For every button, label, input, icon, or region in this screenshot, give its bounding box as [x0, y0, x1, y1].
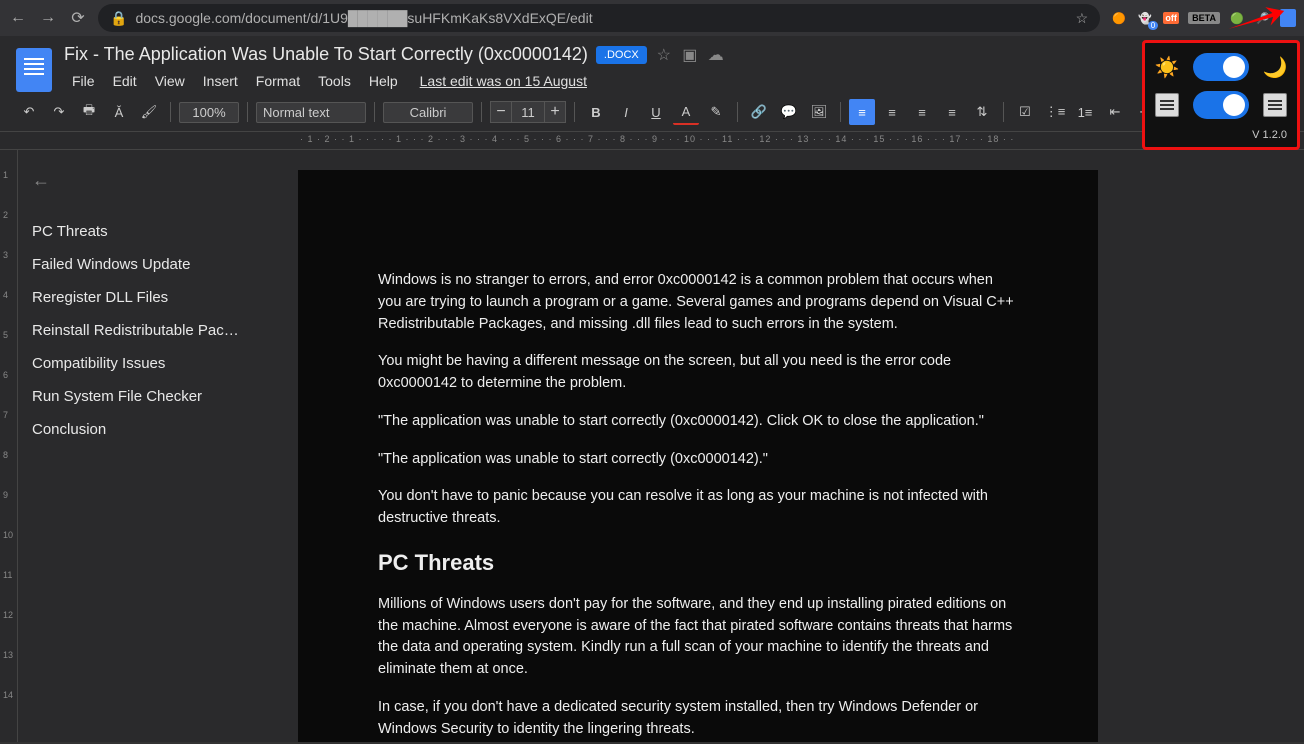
insert-image-button[interactable]: 🖼	[806, 99, 832, 125]
doc-title[interactable]: Fix - The Application Was Unable To Star…	[64, 44, 588, 65]
horizontal-ruler[interactable]: · 1 · 2 · · 1 · · · · · 1 · · · 2 · · · …	[0, 132, 1304, 150]
outline-back-icon[interactable]: ←	[32, 170, 274, 191]
forward-button[interactable]: →	[38, 8, 58, 28]
print-button[interactable]: 🖶	[76, 99, 102, 125]
docs-logo[interactable]	[16, 48, 52, 92]
text-color-button[interactable]: A	[673, 99, 699, 125]
font-size-group: − +	[490, 101, 566, 123]
star-doc-icon[interactable]: ☆	[655, 46, 673, 64]
ext-icon-3[interactable]: off	[1162, 9, 1180, 27]
sun-icon: ☀️	[1155, 55, 1179, 79]
spellcheck-button[interactable]: Ǎ	[106, 99, 132, 125]
theme-toggle[interactable]	[1193, 53, 1249, 81]
paragraph[interactable]: "The application was unable to start cor…	[378, 449, 1018, 471]
font-size-inc[interactable]: +	[544, 101, 566, 123]
docs-header: Fix - The Application Was Unable To Star…	[0, 36, 1304, 93]
outline-item[interactable]: Failed Windows Update	[32, 248, 274, 281]
document-outline: ← PC Threats Failed Windows Update Rereg…	[18, 150, 288, 742]
menu-format[interactable]: Format	[248, 69, 308, 93]
italic-button[interactable]: I	[613, 99, 639, 125]
align-center-button[interactable]: ≡	[879, 99, 905, 125]
paragraph[interactable]: Windows is no stranger to errors, and er…	[378, 270, 1018, 335]
outline-item[interactable]: Run System File Checker	[32, 380, 274, 413]
number-list-button[interactable]: 1≡	[1072, 99, 1098, 125]
outline-item[interactable]: Reregister DLL Files	[32, 281, 274, 314]
toolbar: ↶ ↷ 🖶 Ǎ 🖌 − + B I U A ✎ 🔗 💬 🖼 ≡ ≡ ≡ ≡ ⇅ …	[0, 93, 1304, 132]
vertical-ruler[interactable]: 1 2 3 4 5 6 7 8 9 10 11 12 13 14	[0, 150, 18, 742]
ext-icon-2[interactable]: 👻0	[1136, 9, 1154, 27]
doc-dark-icon	[1263, 93, 1287, 117]
paragraph[interactable]: "The application was unable to start cor…	[378, 411, 1018, 433]
outline-item[interactable]: Conclusion	[32, 413, 274, 446]
moon-icon: 🌙	[1263, 55, 1287, 79]
comment-button[interactable]: 💬	[776, 99, 802, 125]
menu-edit[interactable]: Edit	[105, 69, 145, 93]
undo-button[interactable]: ↶	[16, 99, 42, 125]
align-right-button[interactable]: ≡	[909, 99, 935, 125]
menu-tools[interactable]: Tools	[310, 69, 359, 93]
underline-button[interactable]: U	[643, 99, 669, 125]
menu-insert[interactable]: Insert	[195, 69, 246, 93]
font-family[interactable]	[383, 102, 473, 123]
redo-button[interactable]: ↷	[46, 99, 72, 125]
lock-icon: 🔒	[110, 10, 127, 27]
url-bar[interactable]: 🔒 docs.google.com/document/d/1U9██████su…	[98, 4, 1100, 32]
reload-button[interactable]: ⟳	[68, 8, 88, 28]
cloud-icon[interactable]: ☁	[707, 46, 725, 64]
url-text: docs.google.com/document/d/1U9██████suHF…	[135, 10, 592, 26]
bullet-list-button[interactable]: ⋮≡	[1042, 99, 1068, 125]
last-edit-link[interactable]: Last edit was on 15 August	[420, 73, 587, 89]
paragraph[interactable]: Millions of Windows users don't pay for …	[378, 594, 1018, 681]
page[interactable]: Windows is no stranger to errors, and er…	[298, 170, 1098, 742]
checklist-button[interactable]: ☑	[1012, 99, 1038, 125]
outline-item[interactable]: PC Threats	[32, 215, 274, 248]
outline-item[interactable]: Reinstall Redistributable Pac…	[32, 314, 274, 347]
paragraph[interactable]: In case, if you don't have a dedicated s…	[378, 697, 1018, 741]
font-size-dec[interactable]: −	[490, 101, 512, 123]
paragraph-style[interactable]	[256, 102, 366, 123]
menu-file[interactable]: File	[64, 69, 103, 93]
extension-popup: ☀️ 🌙 V 1.2.0	[1142, 40, 1300, 150]
zoom-input[interactable]	[179, 102, 239, 123]
paragraph[interactable]: You might be having a different message …	[378, 351, 1018, 395]
align-justify-button[interactable]: ≡	[939, 99, 965, 125]
extension-version: V 1.2.0	[1155, 129, 1287, 141]
menu-bar: File Edit View Insert Format Tools Help …	[64, 69, 1288, 93]
ext-icon-1[interactable]: 🟠	[1110, 9, 1128, 27]
move-doc-icon[interactable]: ▣	[681, 46, 699, 64]
browser-chrome: ← → ⟳ 🔒 docs.google.com/document/d/1U9██…	[0, 0, 1304, 36]
bold-button[interactable]: B	[583, 99, 609, 125]
indent-dec-button[interactable]: ⇤	[1102, 99, 1128, 125]
outline-item[interactable]: Compatibility Issues	[32, 347, 274, 380]
docx-badge: .DOCX	[596, 46, 647, 64]
doc-theme-toggle[interactable]	[1193, 91, 1249, 119]
menu-view[interactable]: View	[147, 69, 193, 93]
back-button[interactable]: ←	[8, 8, 28, 28]
paint-format-button[interactable]: 🖌	[136, 99, 162, 125]
highlight-button[interactable]: ✎	[703, 99, 729, 125]
document-canvas[interactable]: Windows is no stranger to errors, and er…	[288, 150, 1304, 742]
paragraph[interactable]: You don't have to panic because you can …	[378, 486, 1018, 530]
align-left-button[interactable]: ≡	[849, 99, 875, 125]
heading[interactable]: PC Threats	[378, 550, 1018, 576]
menu-help[interactable]: Help	[361, 69, 406, 93]
line-spacing-button[interactable]: ⇅	[969, 99, 995, 125]
font-size-input[interactable]	[512, 101, 544, 123]
doc-light-icon	[1155, 93, 1179, 117]
star-icon[interactable]: ☆	[1076, 10, 1089, 27]
beta-badge: BETA	[1188, 12, 1220, 24]
insert-link-button[interactable]: 🔗	[746, 99, 772, 125]
